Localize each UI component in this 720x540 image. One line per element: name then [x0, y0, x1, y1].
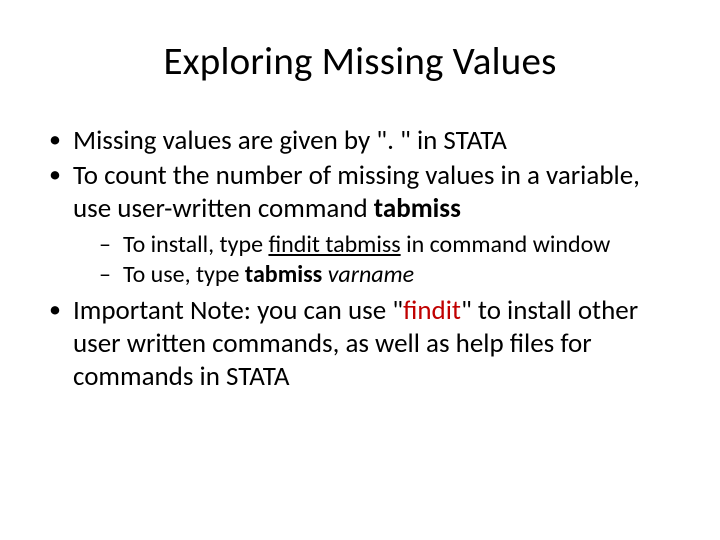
sub-bullet-2: To use, type tabmiss varname [73, 260, 675, 289]
bullet-3-b: findit [403, 294, 461, 327]
sub-bullet-1: To install, type findit tabmiss in comma… [73, 230, 675, 259]
bullet-2: To count the number of missing values in… [45, 160, 675, 289]
bullet-2-text-a: To count the number of missing values in… [73, 159, 640, 225]
sub-2-b: tabmiss [245, 260, 322, 289]
sub-2-d: varname [328, 260, 414, 289]
bullet-3: Important Note: you can use "findit" to … [45, 295, 675, 394]
bullet-1: Missing values are given by ". " in STAT… [45, 125, 675, 158]
bullet-list: Missing values are given by ". " in STAT… [45, 125, 675, 394]
sub-1-a: To install, type [123, 230, 268, 259]
sub-1-b: findit tabmiss [268, 230, 400, 259]
bullet-2-text-b: tabmiss [374, 192, 461, 225]
slide: Exploring Missing Values Missing values … [0, 0, 720, 540]
bullet-1-text: Missing values are given by ". " in STAT… [73, 124, 507, 157]
slide-title: Exploring Missing Values [45, 38, 675, 85]
sub-list: To install, type findit tabmiss in comma… [73, 230, 675, 290]
sub-1-c: in command window [401, 230, 611, 259]
bullet-3-a: Important Note: you can use " [73, 294, 403, 327]
sub-2-a: To use, type [123, 260, 245, 289]
